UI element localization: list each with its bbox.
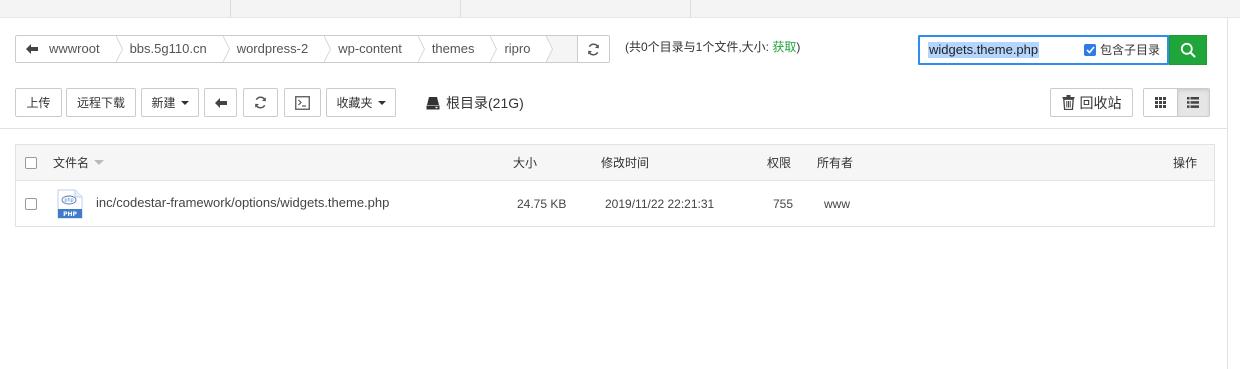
checkbox-checked-icon bbox=[1084, 43, 1096, 56]
remote-download-label: 远程下载 bbox=[76, 96, 125, 110]
list-view-button[interactable] bbox=[1176, 89, 1209, 116]
hard-drive-icon bbox=[426, 97, 440, 110]
view-toggle bbox=[1143, 88, 1210, 117]
summary-close: ) bbox=[796, 40, 801, 54]
get-size-link[interactable]: 获取 bbox=[772, 40, 796, 54]
go-back-button[interactable] bbox=[204, 88, 237, 117]
svg-text:PHP: PHP bbox=[63, 211, 77, 218]
column-header-owner[interactable]: 所有者 bbox=[817, 156, 853, 170]
include-subdir-checkbox[interactable]: 包含子目录 bbox=[1084, 41, 1160, 58]
column-header-size[interactable]: 大小 bbox=[513, 156, 537, 170]
breadcrumb-item[interactable]: ripro bbox=[490, 36, 554, 62]
file-size: 24.75 KB bbox=[517, 197, 567, 211]
grid-icon bbox=[1154, 97, 1166, 108]
trash-icon bbox=[1062, 95, 1074, 110]
terminal-icon bbox=[295, 95, 310, 110]
grid-view-button[interactable] bbox=[1144, 89, 1177, 116]
table-row[interactable]: php PHP inc/codestar-framework/options/w… bbox=[16, 181, 1214, 226]
toolbar-divider bbox=[0, 128, 1227, 129]
chevron-down-icon bbox=[377, 100, 386, 105]
include-subdir-label: 包含子目录 bbox=[1100, 43, 1161, 57]
back-button[interactable] bbox=[15, 35, 48, 63]
upload-label: 上传 bbox=[26, 96, 51, 110]
sort-down-icon bbox=[94, 160, 105, 165]
search-button[interactable] bbox=[1169, 35, 1207, 65]
arrow-left-icon bbox=[25, 44, 38, 54]
arrow-left-icon bbox=[214, 97, 227, 108]
breadcrumb: wwwroot bbs.5g110.cn wordpress-2 wp-cont… bbox=[47, 35, 578, 63]
refresh-button[interactable] bbox=[243, 88, 278, 117]
select-all-checkbox[interactable] bbox=[25, 157, 37, 169]
refresh-icon bbox=[588, 43, 599, 55]
favorites-dropdown-button[interactable]: 收藏夹 bbox=[326, 88, 396, 117]
file-table: 文件名 大小 修改时间 权限 所有者 操作 php PHP inc/codest… bbox=[15, 144, 1215, 227]
list-icon bbox=[1187, 97, 1200, 108]
new-label: 新建 bbox=[151, 96, 176, 110]
scroll-edge bbox=[1227, 18, 1228, 369]
search-input-value: widgets.theme.php bbox=[928, 42, 1040, 58]
column-header-actions: 操作 bbox=[1173, 156, 1198, 170]
summary-text: (共0个目录与1个文件,大小: bbox=[625, 40, 773, 54]
breadcrumb-item[interactable]: bbs.5g110.cn bbox=[116, 36, 230, 62]
breadcrumb-item[interactable]: wp-content bbox=[324, 36, 425, 62]
file-owner[interactable]: www bbox=[824, 197, 850, 211]
file-permission[interactable]: 755 bbox=[773, 197, 793, 211]
php-file-icon: php PHP bbox=[57, 189, 83, 219]
remote-download-button[interactable]: 远程下载 bbox=[66, 88, 136, 117]
column-header-permission[interactable]: 权限 bbox=[767, 156, 791, 170]
search-input[interactable]: widgets.theme.php 包含子目录 bbox=[918, 35, 1169, 65]
file-name[interactable]: inc/codestar-framework/options/widgets.t… bbox=[96, 196, 389, 210]
root-directory-label: 根目录(21G) bbox=[446, 95, 524, 111]
recycle-bin-label: 回收站 bbox=[1079, 94, 1122, 111]
terminal-button[interactable] bbox=[284, 88, 321, 117]
favorites-label: 收藏夹 bbox=[336, 96, 373, 110]
refresh-path-button[interactable] bbox=[577, 35, 610, 63]
column-header-name-label: 文件名 bbox=[53, 156, 90, 170]
root-directory[interactable]: 根目录(21G) bbox=[426, 93, 524, 113]
file-modified: 2019/11/22 22:21:31 bbox=[605, 197, 715, 211]
column-header-modified[interactable]: 修改时间 bbox=[601, 156, 649, 170]
table-header: 文件名 大小 修改时间 权限 所有者 操作 bbox=[16, 145, 1214, 181]
top-tab-strip bbox=[0, 0, 1240, 18]
upload-button[interactable]: 上传 bbox=[15, 88, 62, 117]
breadcrumb-item[interactable]: wordpress-2 bbox=[223, 36, 331, 62]
breadcrumb-item[interactable]: wwwroot bbox=[47, 36, 123, 62]
breadcrumb-item[interactable]: themes bbox=[418, 36, 498, 62]
column-header-name[interactable]: 文件名 bbox=[53, 156, 105, 170]
directory-summary: (共0个目录与1个文件,大小: 获取) bbox=[625, 39, 800, 55]
chevron-down-icon bbox=[180, 100, 189, 105]
svg-text:php: php bbox=[64, 198, 73, 204]
row-checkbox[interactable] bbox=[25, 198, 37, 210]
search-icon bbox=[1180, 42, 1196, 58]
new-dropdown-button[interactable]: 新建 bbox=[141, 88, 199, 117]
recycle-bin-button[interactable]: 回收站 bbox=[1050, 88, 1133, 117]
refresh-icon bbox=[255, 96, 266, 109]
